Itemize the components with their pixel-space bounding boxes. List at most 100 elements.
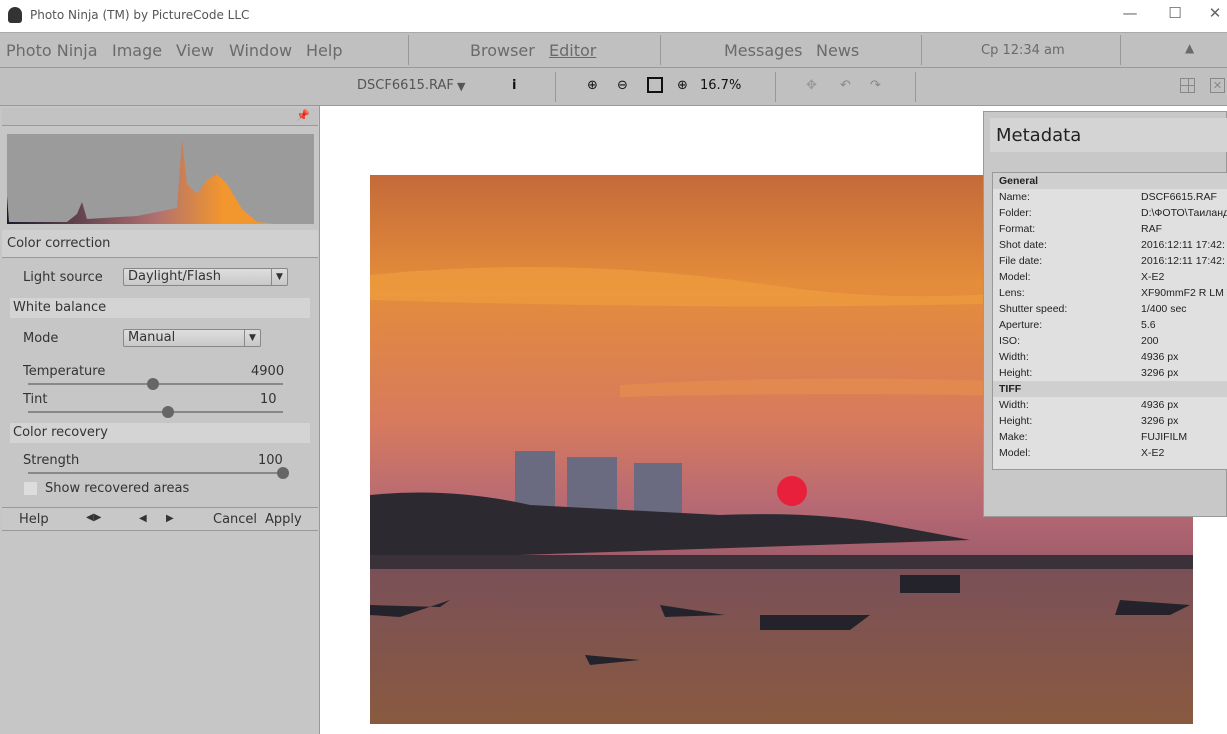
metadata-value: 2016:12:11 17:42: — [1141, 255, 1225, 267]
metadata-value: X-E2 — [1141, 447, 1165, 459]
metadata-key: Make: — [999, 431, 1028, 443]
metadata-key: Format: — [999, 223, 1036, 235]
metadata-value: XF90mmF2 R LM W — [1141, 287, 1227, 299]
metadata-value: 200 — [1141, 335, 1159, 347]
metadata-key: Height: — [999, 367, 1033, 379]
tint-slider-handle[interactable] — [162, 406, 175, 418]
file-dropdown-icon[interactable]: ▼ — [457, 80, 465, 93]
minimize-button[interactable]: — — [1115, 4, 1145, 22]
metadata-title: Metadata — [990, 118, 1227, 152]
metadata-value: 5.6 — [1141, 319, 1156, 331]
metadata-key: Name: — [999, 191, 1030, 203]
cancel-button[interactable]: Cancel — [213, 512, 257, 527]
metadata-value: RAF — [1141, 223, 1162, 235]
toolbar: DSCF6615.RAF ▼ i ⊕ ⊖ ⊕ 16.7% ✥ ↶ ↷ ✕ — [0, 68, 1227, 106]
metadata-key: Model: — [999, 447, 1031, 459]
metadata-row: Model: X-E2 — [993, 445, 1227, 461]
info-button[interactable]: i — [512, 78, 516, 93]
show-recovered-checkbox[interactable] — [24, 482, 37, 495]
metadata-row: ISO: 200 — [993, 333, 1227, 349]
zoom-level: 16.7% — [700, 78, 742, 93]
zoom-fit-icon[interactable] — [647, 77, 663, 93]
collapse-button[interactable]: ▲ — [1185, 41, 1194, 55]
metadata-key: Width: — [999, 351, 1029, 363]
panel-footer: Help ◀▶ ◀ ▶ Cancel Apply — [2, 507, 318, 531]
close-panel-icon[interactable]: ✕ — [1210, 78, 1225, 93]
metadata-value: 4936 px — [1141, 351, 1179, 363]
metadata-row: Width: 4936 px — [993, 349, 1227, 365]
metadata-row: Shot date: 2016:12:11 17:42: — [993, 237, 1227, 253]
metadata-key: Width: — [999, 399, 1029, 411]
layout-grid-icon[interactable] — [1180, 78, 1195, 93]
temperature-slider-handle[interactable] — [146, 378, 159, 390]
metadata-value: D:\ФОТО\Таиланд — [1141, 207, 1227, 219]
metadata-key: Height: — [999, 415, 1033, 427]
metadata-row: Shutter speed: 1/400 sec — [993, 301, 1227, 317]
zoom-actual-icon[interactable]: ⊕ — [677, 78, 688, 93]
prev-button[interactable]: ◀ — [139, 513, 147, 524]
compare-toggle-icon[interactable]: ◀▶ — [86, 512, 101, 523]
metadata-key: ISO: — [999, 335, 1021, 347]
maximize-button[interactable]: ☐ — [1160, 4, 1190, 22]
metadata-panel: Metadata General Name: DSCF6615.RAF Folder:… — [983, 111, 1227, 517]
menu-bar: Photo Ninja Image View Window Help Brows… — [0, 32, 1227, 68]
strength-slider[interactable] — [28, 467, 289, 479]
close-button[interactable]: ✕ — [1200, 4, 1227, 22]
metadata-row: Width: 4936 px — [993, 397, 1227, 413]
menu-view[interactable]: View — [176, 41, 214, 60]
redo-icon[interactable]: ↷ — [870, 78, 881, 93]
metadata-key: Shot date: — [999, 239, 1047, 251]
metadata-value: DSCF6615.RAF — [1141, 191, 1217, 203]
metadata-row: File date: 2016:12:11 17:42: — [993, 253, 1227, 269]
tint-label: Tint — [23, 392, 48, 407]
metadata-value: FUJIFILM — [1141, 431, 1188, 443]
strength-value: 100 — [258, 453, 283, 468]
app-logo-icon — [8, 7, 22, 23]
zoom-out-icon[interactable]: ⊖ — [617, 78, 628, 93]
metadata-row: Model: X-E2 — [993, 269, 1227, 285]
metadata-key: Aperture: — [999, 319, 1043, 331]
zoom-in-icon[interactable]: ⊕ — [587, 78, 598, 93]
metadata-list[interactable]: General Name: DSCF6615.RAF Folder: D:\ФОТО\Т… — [992, 172, 1227, 470]
mode-label: Mode — [23, 331, 59, 346]
tint-slider[interactable] — [28, 406, 283, 418]
metadata-key: Folder: — [999, 207, 1032, 219]
metadata-key: Model: — [999, 271, 1031, 283]
section-color-correction[interactable]: Color correction — [2, 230, 318, 258]
metadata-row: Format: RAF — [993, 221, 1227, 237]
metadata-value: 4936 px — [1141, 399, 1179, 411]
tab-browser[interactable]: Browser — [470, 41, 535, 60]
pin-icon[interactable]: 📌 — [296, 109, 310, 122]
metadata-group-header: TIFF — [993, 381, 1227, 397]
menu-image[interactable]: Image — [112, 41, 162, 60]
metadata-row: Lens: XF90mmF2 R LM W — [993, 285, 1227, 301]
file-name[interactable]: DSCF6615.RAF — [357, 78, 454, 93]
left-panel: 📌 Color correction Light source Daylight… — [0, 106, 320, 734]
tab-messages[interactable]: Messages — [724, 41, 802, 60]
menu-help[interactable]: Help — [306, 41, 342, 60]
metadata-row: Height: 3296 px — [993, 413, 1227, 429]
title-bar: Photo Ninja (TM) by PictureCode LLC — ☐ … — [0, 0, 1227, 32]
metadata-key: File date: — [999, 255, 1043, 267]
apply-button[interactable]: Apply — [265, 512, 302, 527]
light-source-dropdown[interactable]: Daylight/Flash ▼ — [123, 268, 288, 286]
strength-slider-handle[interactable] — [277, 467, 289, 479]
color-recovery-header: Color recovery — [10, 423, 310, 443]
light-source-label: Light source — [23, 270, 103, 285]
help-button[interactable]: Help — [19, 512, 49, 527]
show-recovered-label: Show recovered areas — [45, 481, 190, 496]
menu-photo-ninja[interactable]: Photo Ninja — [6, 41, 98, 60]
next-button[interactable]: ▶ — [166, 513, 174, 524]
metadata-row: Make: FUJIFILM — [993, 429, 1227, 445]
white-balance-header: White balance — [10, 298, 310, 318]
tab-news[interactable]: News — [816, 41, 859, 60]
metadata-key: Lens: — [999, 287, 1025, 299]
tab-editor[interactable]: Editor — [549, 41, 596, 60]
temperature-value: 4900 — [251, 364, 285, 379]
undo-icon[interactable]: ↶ — [840, 78, 851, 93]
mode-dropdown[interactable]: Manual ▼ — [123, 329, 261, 347]
metadata-value: X-E2 — [1141, 271, 1165, 283]
pan-icon[interactable]: ✥ — [806, 78, 817, 93]
temperature-slider[interactable] — [28, 378, 283, 390]
menu-window[interactable]: Window — [229, 41, 292, 60]
